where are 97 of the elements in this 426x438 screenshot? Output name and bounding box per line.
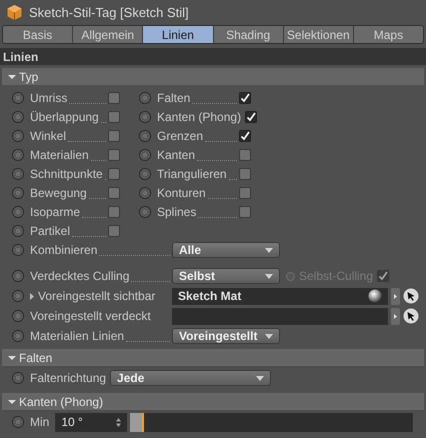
checkbox[interactable]: [245, 110, 258, 122]
option-label: Bewegung: [30, 184, 87, 202]
tab[interactable]: Basis: [3, 26, 72, 43]
material-link-field[interactable]: Sketch Mat: [172, 288, 388, 304]
tab[interactable]: Shading: [212, 26, 283, 43]
keyframe-button[interactable]: [12, 372, 24, 384]
keyframe-button[interactable]: [12, 416, 24, 428]
keyframe-button[interactable]: [12, 270, 24, 282]
section-header[interactable]: Kanten (Phong): [2, 393, 424, 410]
option-label: Isoparme: [30, 204, 80, 220]
field-label: Verdecktes Culling: [30, 268, 130, 285]
keyframe-button[interactable]: [139, 92, 151, 104]
slider-fill[interactable]: [130, 412, 144, 432]
field-label: Faltenrichtung: [30, 370, 106, 387]
field-label: Kombinieren: [30, 242, 98, 259]
keyframe-button[interactable]: [139, 168, 151, 180]
slider-track[interactable]: [130, 412, 414, 432]
option-label: Falten: [157, 90, 190, 106]
keyframe-button[interactable]: [12, 130, 24, 142]
checkbox[interactable]: [239, 168, 251, 180]
keyframe-button[interactable]: [12, 148, 24, 160]
field-label: Voreingestellt sichtbar: [38, 288, 156, 305]
menu-arrow-button[interactable]: [391, 288, 400, 304]
material-sphere-icon: [368, 289, 382, 303]
checkbox[interactable]: [239, 186, 251, 198]
keyframe-button[interactable]: [139, 206, 151, 218]
number-field[interactable]: 10 °: [55, 412, 128, 432]
dropdown[interactable]: Alle: [172, 242, 280, 258]
checkbox[interactable]: [108, 224, 120, 236]
checkbox[interactable]: [108, 110, 120, 122]
checkbox[interactable]: [239, 206, 251, 218]
keyframe-button[interactable]: [12, 330, 24, 342]
keyframe-button[interactable]: [12, 92, 24, 104]
dropdown[interactable]: Voreingestellt: [172, 328, 280, 344]
dropdown-arrow-icon: [256, 376, 264, 380]
keyframe-button[interactable]: [139, 186, 151, 198]
checkbox[interactable]: [108, 168, 120, 180]
pointer-icon[interactable]: [403, 308, 419, 324]
panel-title: Linien: [3, 48, 38, 66]
keyframe-button[interactable]: [12, 290, 24, 302]
collapse-caret-icon[interactable]: [8, 398, 16, 404]
dropdown-arrow-icon: [265, 334, 273, 338]
checkbox[interactable]: [108, 92, 120, 104]
keyframe-button[interactable]: [12, 186, 24, 198]
option-label: Umriss: [30, 90, 68, 106]
option-label: Materialien: [30, 146, 89, 164]
collapse-caret-icon[interactable]: [8, 354, 16, 360]
dropdown[interactable]: Selbst: [172, 268, 280, 284]
spinner-icon[interactable]: [116, 418, 122, 426]
collapse-caret-icon[interactable]: [8, 74, 16, 80]
checkbox[interactable]: [108, 186, 120, 198]
option-label: Überlappung: [30, 108, 99, 126]
expand-caret-icon[interactable]: [30, 292, 34, 300]
option-label: Kanten: [157, 146, 196, 164]
window-title: Sketch-Stil-Tag [Sketch Stil]: [29, 4, 189, 22]
checkbox[interactable]: [108, 206, 120, 218]
tab[interactable]: Maps: [352, 26, 423, 43]
material-link-field[interactable]: [172, 308, 388, 324]
checkbox[interactable]: [239, 130, 251, 142]
option-label: Triangulieren: [157, 166, 227, 182]
keyframe-button[interactable]: [139, 110, 151, 122]
option-label: Schnittpunkte: [30, 166, 103, 182]
keyframe-button[interactable]: [12, 168, 24, 180]
menu-arrow-button[interactable]: [391, 308, 400, 324]
keyframe-button[interactable]: [12, 206, 24, 218]
keyframe-button[interactable]: [12, 110, 24, 122]
field-label: Materialien Linien: [30, 328, 124, 345]
field-label: Voreingestellt verdeckt: [30, 308, 151, 325]
option-label: Winkel: [30, 128, 66, 144]
checkbox[interactable]: [239, 92, 251, 104]
tab[interactable]: Linien: [142, 26, 213, 43]
option-label: Grenzen: [157, 128, 204, 144]
keyframe-button[interactable]: [139, 148, 151, 160]
section-header[interactable]: Typ: [2, 68, 424, 85]
checkbox[interactable]: [108, 148, 120, 160]
option-label: Kanten (Phong): [157, 108, 242, 126]
keyframe-button[interactable]: [139, 130, 151, 142]
keyframe-button[interactable]: [12, 244, 24, 256]
caret-icon: [394, 294, 397, 298]
checkbox[interactable]: [239, 148, 251, 160]
option-label: Splines: [157, 204, 196, 220]
tab[interactable]: Allgemein: [72, 26, 142, 43]
option-label: Partikel: [30, 222, 70, 240]
cube-icon: [6, 4, 23, 21]
keyframe-button[interactable]: [286, 272, 295, 280]
dropdown-arrow-icon: [265, 274, 273, 278]
field-label: Min: [30, 414, 50, 431]
keyframe-button[interactable]: [12, 224, 24, 236]
section-header[interactable]: Falten: [2, 349, 424, 366]
checkbox[interactable]: [108, 130, 120, 142]
dropdown[interactable]: Jede: [110, 370, 272, 386]
tab[interactable]: Selektionen: [282, 26, 353, 43]
option-label: Konturen: [157, 184, 206, 202]
caret-icon: [394, 314, 397, 318]
dropdown-arrow-icon: [265, 248, 273, 252]
pointer-icon[interactable]: [403, 288, 419, 304]
keyframe-button[interactable]: [12, 310, 24, 322]
